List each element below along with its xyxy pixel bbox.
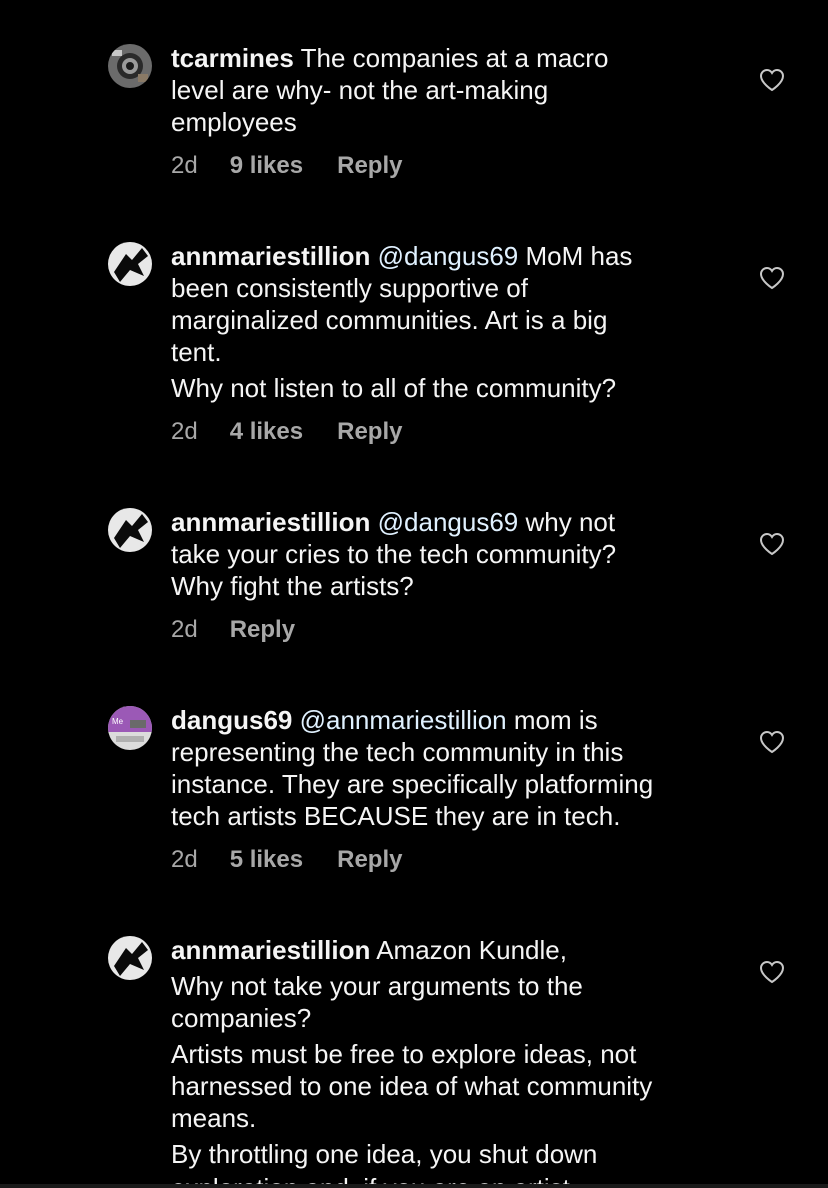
comment-line: level are why- not the art-making xyxy=(171,75,549,105)
comment-meta: 2d Reply xyxy=(171,616,731,644)
comment-likes[interactable]: 5 likes xyxy=(230,846,303,874)
comment-line: means. xyxy=(171,1103,257,1133)
comment-username[interactable]: annmariestillion xyxy=(171,935,370,965)
comment-line: harnessed to one idea of what community xyxy=(171,1071,653,1101)
comment-text: annmariestillion @dangus69 why not take … xyxy=(171,506,731,602)
avatar[interactable] xyxy=(108,44,152,88)
comment-text: dangus69 @annmariestillion mom is repres… xyxy=(171,704,731,832)
comment-line: tech artists BECAUSE they are in tech. xyxy=(171,801,621,831)
comment-line: employees xyxy=(171,107,297,137)
mention-link[interactable]: @dangus69 xyxy=(378,507,519,537)
comment-line: Why fight the artists? xyxy=(171,571,414,601)
comment-time: 2d xyxy=(171,418,198,445)
comment-line: mom is xyxy=(513,705,598,735)
mention-link[interactable]: @dangus69 xyxy=(378,241,519,271)
comment-line: Amazon Kundle, xyxy=(376,935,567,965)
svg-text:Me: Me xyxy=(112,717,124,726)
comment-meta: 2d 9 likes Reply xyxy=(171,152,731,180)
comment-username[interactable]: tcarmines xyxy=(171,43,294,73)
comment-line: Artists must be free to explore ideas, n… xyxy=(171,1039,637,1069)
heart-outline-icon[interactable] xyxy=(759,532,785,556)
comment-username[interactable]: annmariestillion xyxy=(171,507,370,537)
comment-line: why not xyxy=(525,507,616,537)
comment-line: instance. They are specifically platform… xyxy=(171,769,654,799)
reply-button[interactable]: Reply xyxy=(337,152,402,180)
comment-text: tcarmines The companies at a macro level… xyxy=(171,42,731,138)
comment-likes[interactable]: 9 likes xyxy=(230,152,303,180)
comment-time: 2d xyxy=(171,616,198,643)
comment-text: annmariestillion @dangus69 MoM has been … xyxy=(171,240,731,404)
comment-line: Why not take your arguments to the xyxy=(171,971,583,1001)
comment-time: 2d xyxy=(171,152,198,179)
heart-outline-icon[interactable] xyxy=(759,266,785,290)
comment-likes[interactable]: 4 likes xyxy=(230,418,303,446)
comment-meta: 2d 5 likes Reply xyxy=(171,846,731,874)
comment-line: The companies at a macro xyxy=(300,43,609,73)
comment-line: Why not listen to all of the community? xyxy=(171,373,617,403)
comment-username[interactable]: annmariestillion xyxy=(171,241,370,271)
comment-line: tent. xyxy=(171,337,222,367)
comment-line: By throttling one idea, you shut down xyxy=(171,1139,598,1169)
comment-line: companies? xyxy=(171,1003,312,1033)
comment-line: been consistently supportive of xyxy=(171,273,528,303)
reply-button[interactable]: Reply xyxy=(337,418,402,446)
avatar[interactable] xyxy=(108,508,152,552)
avatar[interactable] xyxy=(108,936,152,980)
bottom-edge xyxy=(0,1184,828,1188)
comment-time: 2d xyxy=(171,846,198,873)
comment-text: annmariestillion Amazon Kundle, Why not … xyxy=(171,934,731,1170)
comment-line: MoM has xyxy=(525,241,633,271)
reply-button[interactable]: Reply xyxy=(230,616,295,644)
comment-meta: 2d 4 likes Reply xyxy=(171,418,731,446)
avatar[interactable] xyxy=(108,242,152,286)
comment-username[interactable]: dangus69 xyxy=(171,705,292,735)
comment-line: marginalized communities. Art is a big xyxy=(171,305,608,335)
heart-outline-icon[interactable] xyxy=(759,960,785,984)
avatar[interactable]: Me xyxy=(108,706,152,750)
heart-outline-icon[interactable] xyxy=(759,68,785,92)
comment-line: take your cries to the tech community? xyxy=(171,539,617,569)
mention-link[interactable]: @annmariestillion xyxy=(300,705,507,735)
reply-button[interactable]: Reply xyxy=(337,846,402,874)
comment-line: representing the tech community in this xyxy=(171,737,624,767)
heart-outline-icon[interactable] xyxy=(759,730,785,754)
